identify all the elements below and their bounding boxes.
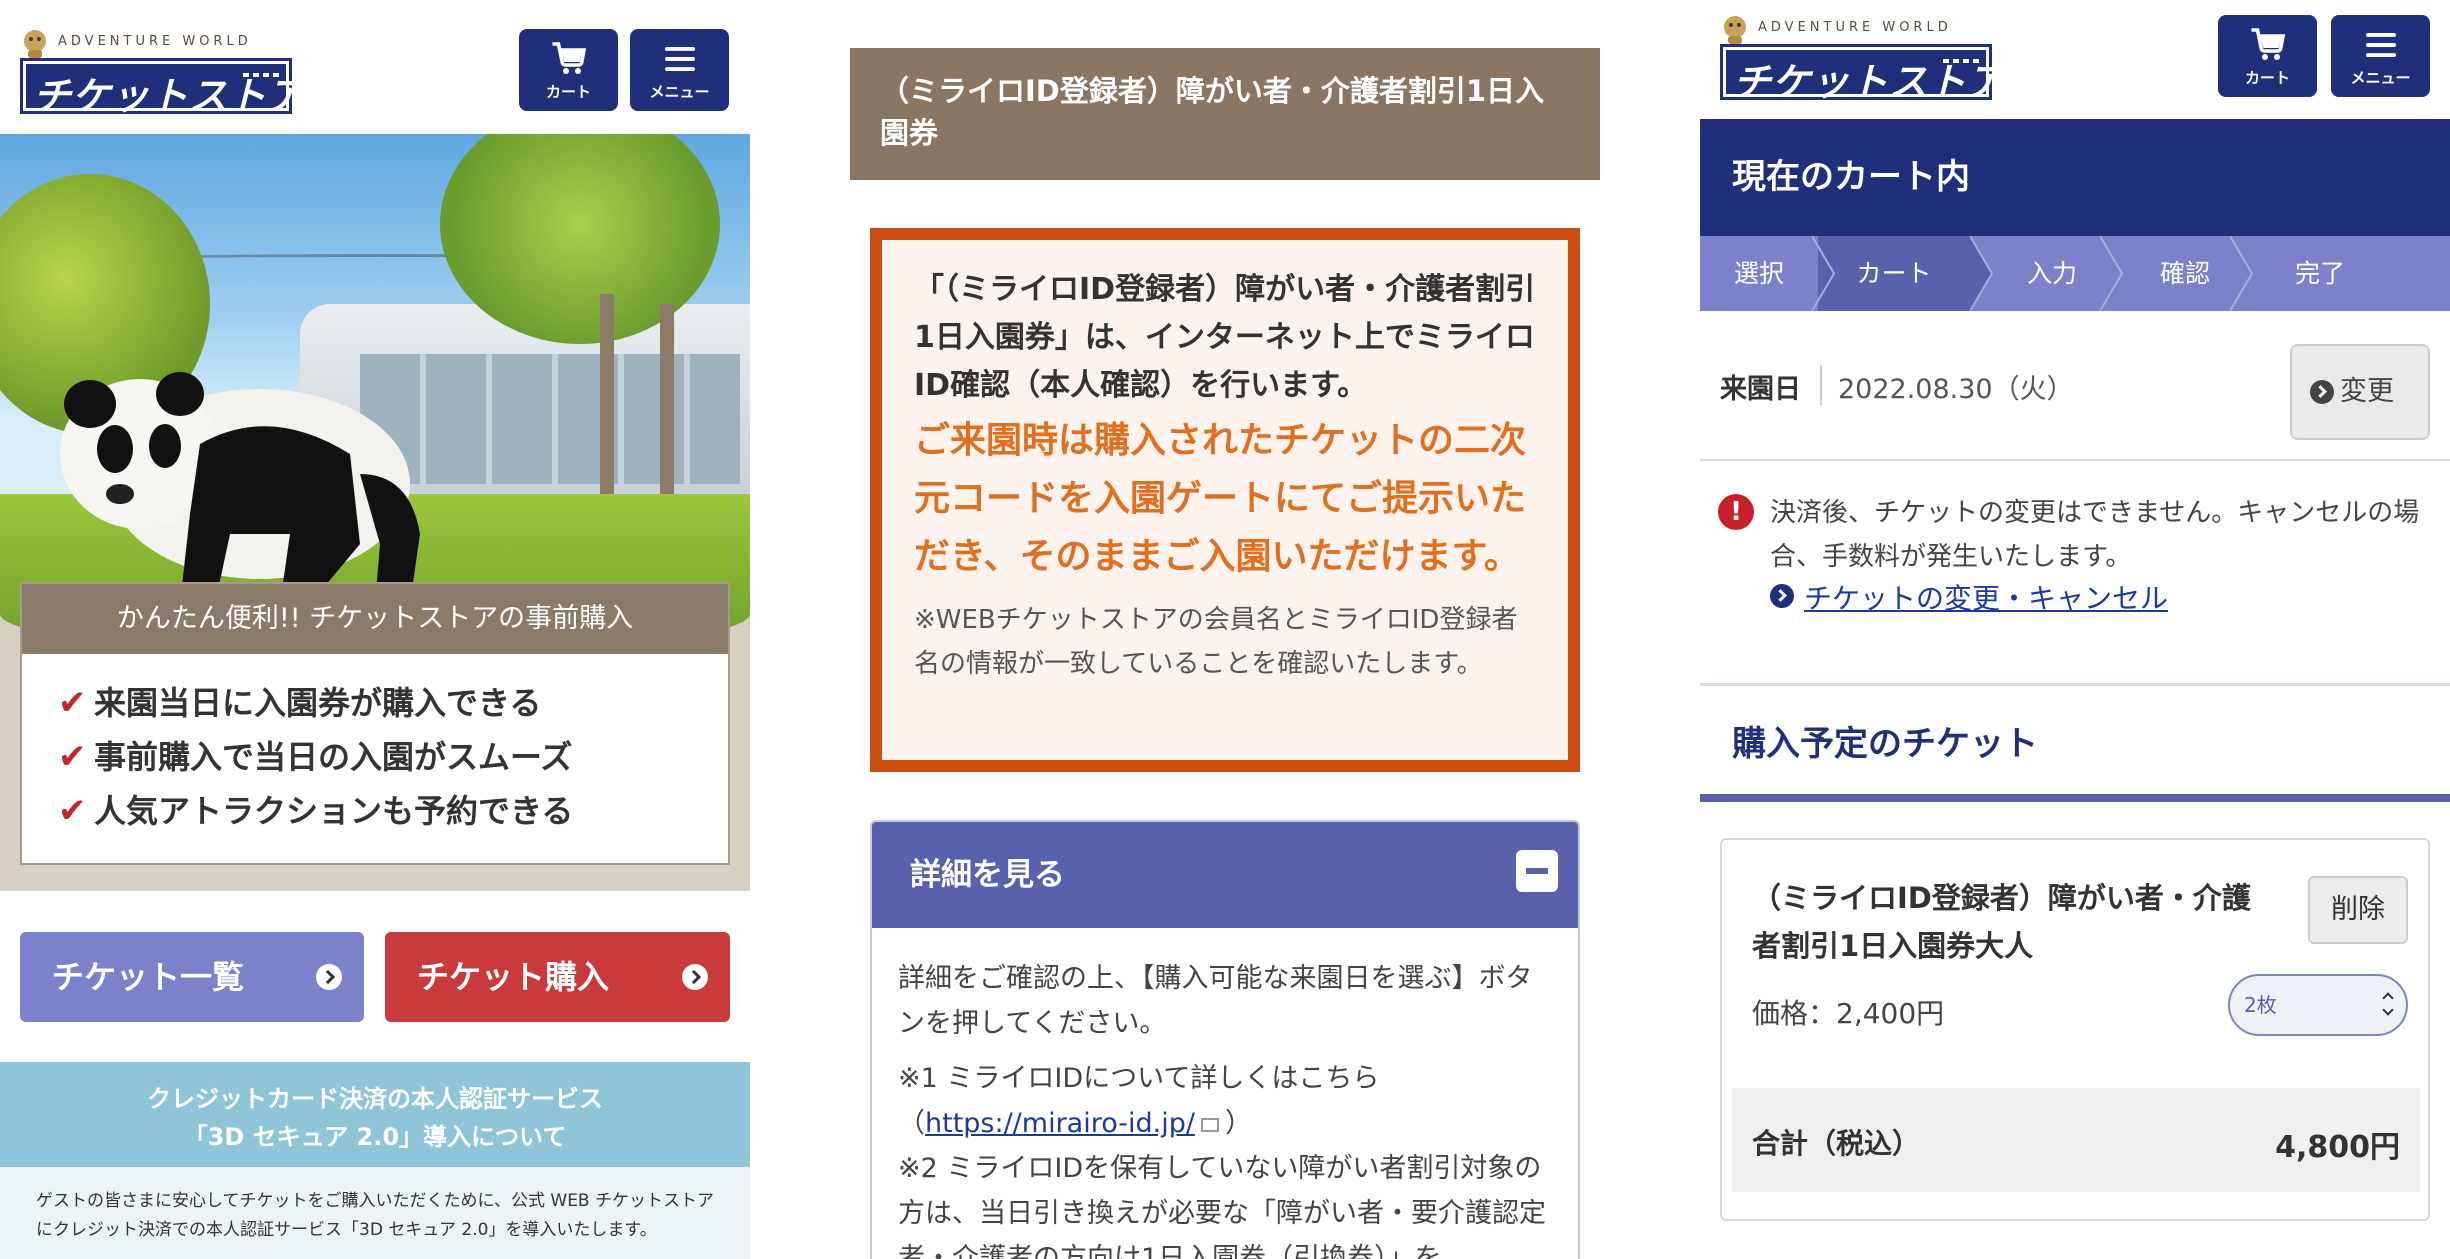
detail-body: 詳細をご確認の上、【購入可能な来園日を選ぶ】ボタンを押してください。 ※1 ミラ… [872,928,1578,1259]
menu-icon [665,47,695,71]
arrow-right-icon [1770,584,1794,608]
check-icon: ✔ [58,737,87,777]
cart-label: カート [545,83,591,101]
detail-note1: ※1 ミライロIDについて詳しくはこちら （https://mirairo-id… [898,1063,1380,1139]
secure-body: ゲストの皆さまに安心してチケットをご購入いただくために、公式 WEB チケットス… [0,1167,750,1259]
menu-button[interactable]: メニュー [630,29,729,111]
notice-box: 「（ミライロID登録者）障がい者・介護者割引1日入園券」は、インターネット上でミ… [870,228,1580,772]
brand-top-text: ADVENTURE WORLD [1758,20,1952,35]
cart-icon [552,42,587,74]
secure-title-line1: クレジットカード決済の本人認証サービス [147,1085,603,1113]
ticket-buy-button[interactable]: チケット購入 [385,932,730,1022]
cart-label: カート [2244,69,2290,87]
ticket-list-button[interactable]: チケット一覧 [20,932,364,1022]
step-select: 選択 [1733,259,1784,288]
notice-highlight: ご来園時は購入されたチケットの二次元コードを入園ゲートにてご提示いただき、そのま… [914,420,1527,577]
menu-icon [2366,33,2396,57]
arrow-right-icon [682,964,708,990]
feature-item: ✔ 来園当日に入園券が購入できる [58,676,728,730]
feature-list: ✔ 来園当日に入園券が購入できる ✔ 事前購入で当日の入園がスムーズ ✔ 人気アトラク… [22,654,728,838]
cart-icon [2251,28,2286,60]
arrow-right-icon [2310,380,2334,404]
total-row: 合計（税込） 4,800円 [1732,1088,2420,1192]
chevron-up-icon [2382,992,2394,1004]
cart-item: （ミライロID登録者）障がい者・介護者割引1日入園券大人 削除 価格：2,400… [1720,838,2430,1221]
step-chevron [2100,236,2124,311]
step-chevron [2230,236,2254,311]
mascot-icon [24,30,46,58]
arrow-right-icon [316,964,342,990]
panda-illustration [60,372,420,604]
notice-note: ※WEBチケットストアの会員名とミライロID登録者名の情報が一致していることを確… [914,605,1518,679]
progress-steps: 選択 カート 入力 確認 完了 [1700,236,2450,311]
total-value: 4,800円 [2275,1130,2400,1165]
check-icon: ✔ [58,791,87,831]
step-input: 入力 [2026,259,2077,288]
feature-item: ✔ 人気アトラクションも予約できる [58,784,728,838]
step-chevron [1970,236,1994,311]
quantity-select[interactable]: 2枚 [2228,974,2408,1036]
menu-label: メニュー [649,83,710,101]
total-label: 合計（税込） [1752,1127,1921,1160]
cart-title: 現在のカート内 [1700,119,2450,236]
detail-heading: 詳細を見る [910,857,1065,893]
alert-icon: ! [1718,494,1754,530]
step-confirm: 確認 [2159,259,2210,288]
visit-date-label: 来園日 [1720,374,1801,405]
cart-button[interactable]: カート [519,29,618,111]
cart-button[interactable]: カート [2218,15,2317,97]
notice-text: 「（ミライロID登録者）障がい者・介護者割引1日入園券」は、インターネット上でミ… [914,272,1536,403]
delete-button[interactable]: 削除 [2308,876,2408,944]
brand-logo[interactable]: ADVENTURE WORLD チケットストア [1720,14,2005,104]
brand-top-text: ADVENTURE WORLD [58,34,252,49]
step-chevron [1812,236,1836,311]
secure-title-line2: 「3D セキュア 2.0」導入について [183,1123,567,1151]
check-icon: ✔ [58,683,87,723]
menu-label: メニュー [2350,69,2411,87]
visit-date-row: 来園日 2022.08.30（火） 変更 [1700,311,2450,461]
brand-logo[interactable]: ADVENTURE WORLD チケットストア [20,28,305,118]
detail-note2: ※2 ミライロIDを保有していない障がい者割引対象の方は、当日引き換えが必要な「… [898,1153,1546,1259]
ticket-title: （ミライロID登録者）障がい者・介護者割引1日入園券 [850,48,1600,180]
cancel-warning: ! 決済後、チケットの変更はできません。キャンセルの場合、手数料が発生いたします… [1700,461,2450,686]
mascot-icon [1724,16,1746,44]
feature-box: かんたん便利!! チケットストアの事前購入 ✔ 来園当日に入園券が購入できる ✔ 事… [20,582,730,865]
menu-button[interactable]: メニュー [2331,15,2430,97]
detail-accordion: 詳細を見る 詳細をご確認の上、【購入可能な来園日を選ぶ】ボタンを押してください。… [870,820,1580,1259]
warning-text: 決済後、チケットの変更はできません。キャンセルの場合、手数料が発生いたします。 [1770,498,2420,572]
minus-icon[interactable] [1516,850,1558,892]
secure-banner[interactable]: クレジットカード決済の本人認証サービス 「3D セキュア 2.0」導入について [0,1062,750,1167]
planned-tickets-title: 購入予定のチケット [1700,686,2450,802]
detail-text: 詳細をご確認の上、【購入可能な来園日を選ぶ】ボタンを押してください。 [898,963,1533,1039]
item-name: （ミライロID登録者）障がい者・介護者割引1日入園券大人 [1752,881,2251,963]
feature-item: ✔ 事前購入で当日の入園がスムーズ [58,730,728,784]
detail-toggle[interactable]: 詳細を見る [872,822,1578,928]
item-price: 価格：2,400円 [1752,997,1945,1030]
change-cancel-link[interactable]: チケットの変更・キャンセル [1804,577,2168,617]
feature-heading: かんたん便利!! チケットストアの事前購入 [22,584,728,654]
chevron-down-icon [2382,1004,2394,1016]
change-date-button[interactable]: 変更 [2290,344,2430,440]
step-complete: 完了 [2294,259,2345,288]
visit-date-value: 2022.08.30（火） [1838,374,2074,405]
external-link-icon [1200,1117,1219,1132]
mirairo-link[interactable]: https://mirairo-id.jp/ [925,1108,1195,1139]
